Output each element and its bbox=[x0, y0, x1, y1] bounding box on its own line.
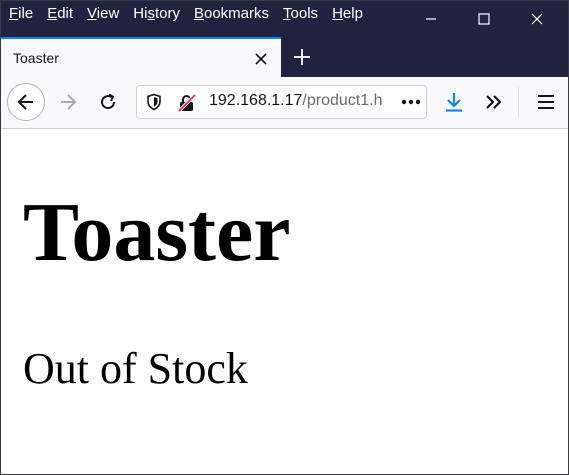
close-icon bbox=[255, 53, 267, 65]
tab-close-button[interactable] bbox=[251, 49, 271, 69]
download-icon[interactable] bbox=[441, 89, 467, 115]
menu-tools[interactable]: Tools bbox=[283, 5, 318, 22]
insecure-lock-icon[interactable] bbox=[177, 93, 197, 113]
tab-toaster[interactable]: Toaster bbox=[1, 37, 281, 77]
reload-button[interactable] bbox=[89, 83, 127, 121]
page-content: Toaster Out of Stock bbox=[1, 129, 568, 474]
menu-help[interactable]: Help bbox=[332, 5, 363, 22]
maximize-icon bbox=[478, 13, 490, 25]
browser-window: File Edit View History Bookmarks Tools H… bbox=[0, 0, 569, 475]
minimize-button[interactable] bbox=[408, 1, 454, 37]
close-window-button[interactable] bbox=[514, 1, 560, 37]
arrow-right-icon bbox=[61, 94, 76, 110]
product-title: Toaster bbox=[23, 186, 291, 279]
menu-file[interactable]: File bbox=[9, 5, 33, 22]
url-host: 192.168.1.17 bbox=[209, 92, 303, 109]
plus-icon bbox=[294, 49, 310, 65]
tab-title: Toaster bbox=[13, 50, 59, 66]
back-button[interactable] bbox=[7, 83, 45, 121]
toolbar-separator bbox=[518, 87, 519, 117]
menu-history[interactable]: History bbox=[133, 5, 180, 22]
forward-button[interactable] bbox=[49, 83, 87, 121]
maximize-button[interactable] bbox=[461, 1, 507, 37]
hamburger-menu-icon[interactable] bbox=[533, 89, 559, 115]
chevron-double-right-icon[interactable] bbox=[481, 89, 507, 115]
arrow-left-icon bbox=[18, 94, 33, 110]
minimize-icon bbox=[426, 18, 436, 20]
url-text[interactable]: 192.168.1.17/product1.h bbox=[209, 92, 395, 110]
url-bar[interactable]: 192.168.1.17/product1.h bbox=[136, 85, 427, 119]
shield-icon[interactable] bbox=[145, 93, 163, 111]
menu-bookmarks[interactable]: Bookmarks bbox=[194, 5, 269, 22]
more-horizontal-icon bbox=[401, 99, 421, 105]
nav-toolbar: 192.168.1.17/product1.h bbox=[1, 77, 568, 129]
new-tab-button[interactable] bbox=[289, 45, 315, 69]
tab-strip: Toaster bbox=[1, 37, 568, 77]
close-icon bbox=[531, 13, 543, 25]
page-actions-button[interactable] bbox=[399, 92, 423, 112]
title-bar: File Edit View History Bookmarks Tools H… bbox=[1, 1, 568, 37]
menu-edit[interactable]: Edit bbox=[47, 5, 73, 22]
menu-bar: File Edit View History Bookmarks Tools H… bbox=[9, 5, 377, 22]
url-path: /product1.h bbox=[302, 92, 383, 109]
reload-icon bbox=[101, 93, 116, 110]
stock-status: Out of Stock bbox=[23, 344, 248, 393]
menu-view[interactable]: View bbox=[87, 5, 119, 22]
